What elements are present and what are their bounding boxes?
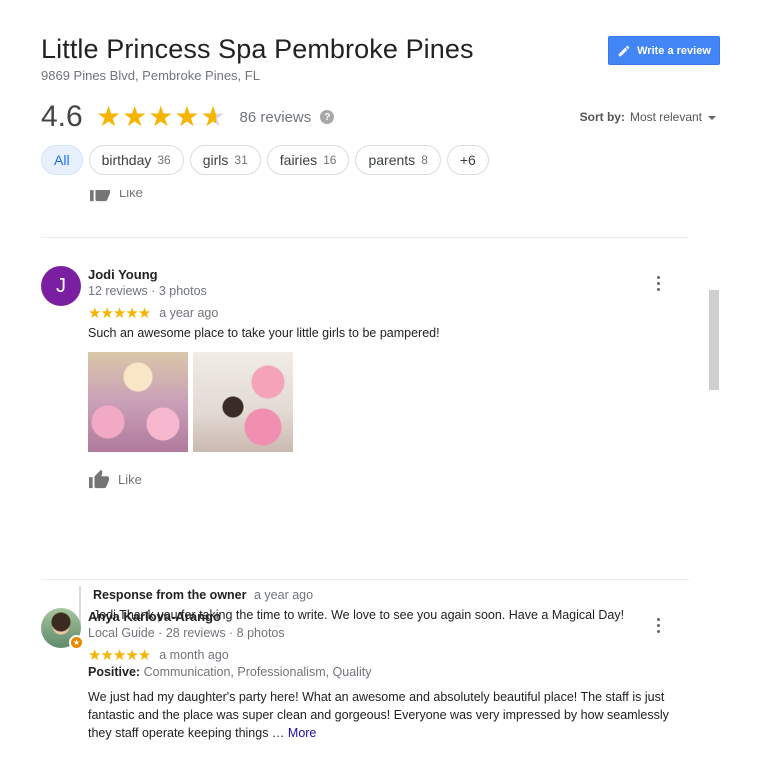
- caret-down-icon: [708, 116, 716, 120]
- local-guide-badge-icon: ★: [69, 635, 84, 650]
- chip-fairies[interactable]: fairies 16: [266, 145, 350, 175]
- positive-label: Positive:: [88, 665, 141, 679]
- review-rating: ★★★★★ a year ago: [88, 304, 689, 322]
- help-icon[interactable]: ?: [320, 110, 335, 124]
- review-text: We just had my daughter's party here! Wh…: [88, 688, 689, 742]
- like-button-partial[interactable]: Like: [89, 190, 143, 202]
- topic-chips: All birthday 36 girls 31 fairies 16 pare…: [41, 145, 489, 175]
- review-positive-attributes: Positive: Communication, Professionalism…: [88, 665, 689, 679]
- review-time: a month ago: [159, 648, 229, 662]
- review-stars: ★★★★★: [88, 646, 151, 664]
- review-photos: [88, 352, 689, 452]
- chip-count: 16: [323, 153, 337, 167]
- like-label: Like: [119, 190, 143, 200]
- chip-birthday[interactable]: birthday 36: [88, 145, 184, 175]
- review-text: Such an awesome place to take your littl…: [88, 326, 440, 340]
- more-link[interactable]: More: [288, 726, 316, 740]
- chip-label: All: [54, 152, 70, 168]
- chip-girls[interactable]: girls 31: [189, 145, 261, 175]
- review-photo[interactable]: [88, 352, 188, 452]
- star-icon: ★: [148, 101, 174, 132]
- chip-parents[interactable]: parents 8: [355, 145, 441, 175]
- pencil-icon: [618, 45, 630, 56]
- more-options-icon[interactable]: [657, 618, 661, 633]
- divider: [41, 237, 689, 238]
- sort-label: Sort by:: [579, 110, 625, 124]
- review-time: a year ago: [159, 306, 219, 320]
- scrollbar-thumb[interactable]: [709, 290, 719, 390]
- chip-label: fairies: [279, 152, 318, 168]
- review-card: J Jodi Young 12 reviews · 3 photos ★★★★★…: [41, 266, 689, 628]
- review-body: Anya Karlova-Arango Local Guide · 28 rev…: [88, 608, 689, 742]
- avatar[interactable]: J: [41, 266, 81, 306]
- chip-count: 8: [421, 153, 428, 167]
- review-stars: ★★★★★: [88, 304, 151, 322]
- reviewer-meta: Local Guide · 28 reviews · 8 photos: [88, 626, 285, 640]
- reviewer-meta: 12 reviews · 3 photos: [88, 284, 207, 298]
- half-star-icon: ★: [200, 101, 226, 132]
- rating-summary: 4.6 ★ ★ ★ ★ ★ 86 reviews ? Sort by: Most…: [41, 98, 716, 136]
- thumbs-up-icon: [90, 190, 110, 202]
- chip-label: birthday: [101, 152, 152, 168]
- chip-more[interactable]: +6: [446, 145, 489, 175]
- star-icon: ★: [122, 101, 148, 132]
- write-review-label: Write a review: [637, 44, 711, 57]
- chip-label: parents: [368, 152, 416, 168]
- owner-response-time: a year ago: [253, 588, 314, 602]
- review-body: Jodi Young 12 reviews · 3 photos ★★★★★ a…: [88, 266, 689, 489]
- owner-response-header: Response from the owner a year ago: [93, 586, 624, 604]
- star-icon: ★: [96, 101, 122, 132]
- reviewer-name[interactable]: Anya Karlova-Arango: [88, 608, 689, 625]
- review-card: ★ Anya Karlova-Arango Local Guide · 28 r…: [41, 608, 689, 784]
- chip-count: 36: [157, 153, 171, 167]
- reviews-list: Like J Jodi Young 12 reviews · 3 photos …: [41, 190, 689, 784]
- positive-value: Communication, Professionalism, Quality: [143, 665, 372, 679]
- like-button[interactable]: Like: [88, 469, 689, 489]
- review-rating: ★★★★★ a month ago: [88, 646, 689, 664]
- rating-value: 4.6: [41, 100, 83, 133]
- star-icon: ★: [174, 101, 200, 132]
- write-review-button[interactable]: Write a review: [608, 36, 720, 65]
- business-address: 9869 Pines Blvd, Pembroke Pines, FL: [41, 68, 260, 83]
- business-header: Little Princess Spa Pembroke Pines 9869 …: [41, 34, 720, 83]
- reviewer-name[interactable]: Jodi Young: [88, 266, 689, 283]
- sort-value: Most relevant: [629, 110, 702, 124]
- chip-label: girls: [202, 152, 229, 168]
- more-options-icon[interactable]: [657, 276, 661, 291]
- review-text-content: We just had my daughter's party here! Wh…: [88, 690, 669, 740]
- chip-count: 31: [234, 153, 248, 167]
- owner-response-title: Response from the owner: [93, 588, 247, 602]
- review-count: 86 reviews: [239, 108, 312, 126]
- chip-all[interactable]: All: [41, 145, 83, 175]
- like-label: Like: [118, 471, 142, 487]
- avatar[interactable]: ★: [41, 608, 84, 650]
- divider: [41, 579, 689, 580]
- review-photo[interactable]: [193, 352, 293, 452]
- rating-stars: ★ ★ ★ ★ ★: [96, 103, 226, 131]
- sort-dropdown[interactable]: Sort by: Most relevant: [580, 110, 716, 124]
- thumbs-up-icon: [89, 469, 109, 489]
- chip-label: +6: [459, 152, 476, 168]
